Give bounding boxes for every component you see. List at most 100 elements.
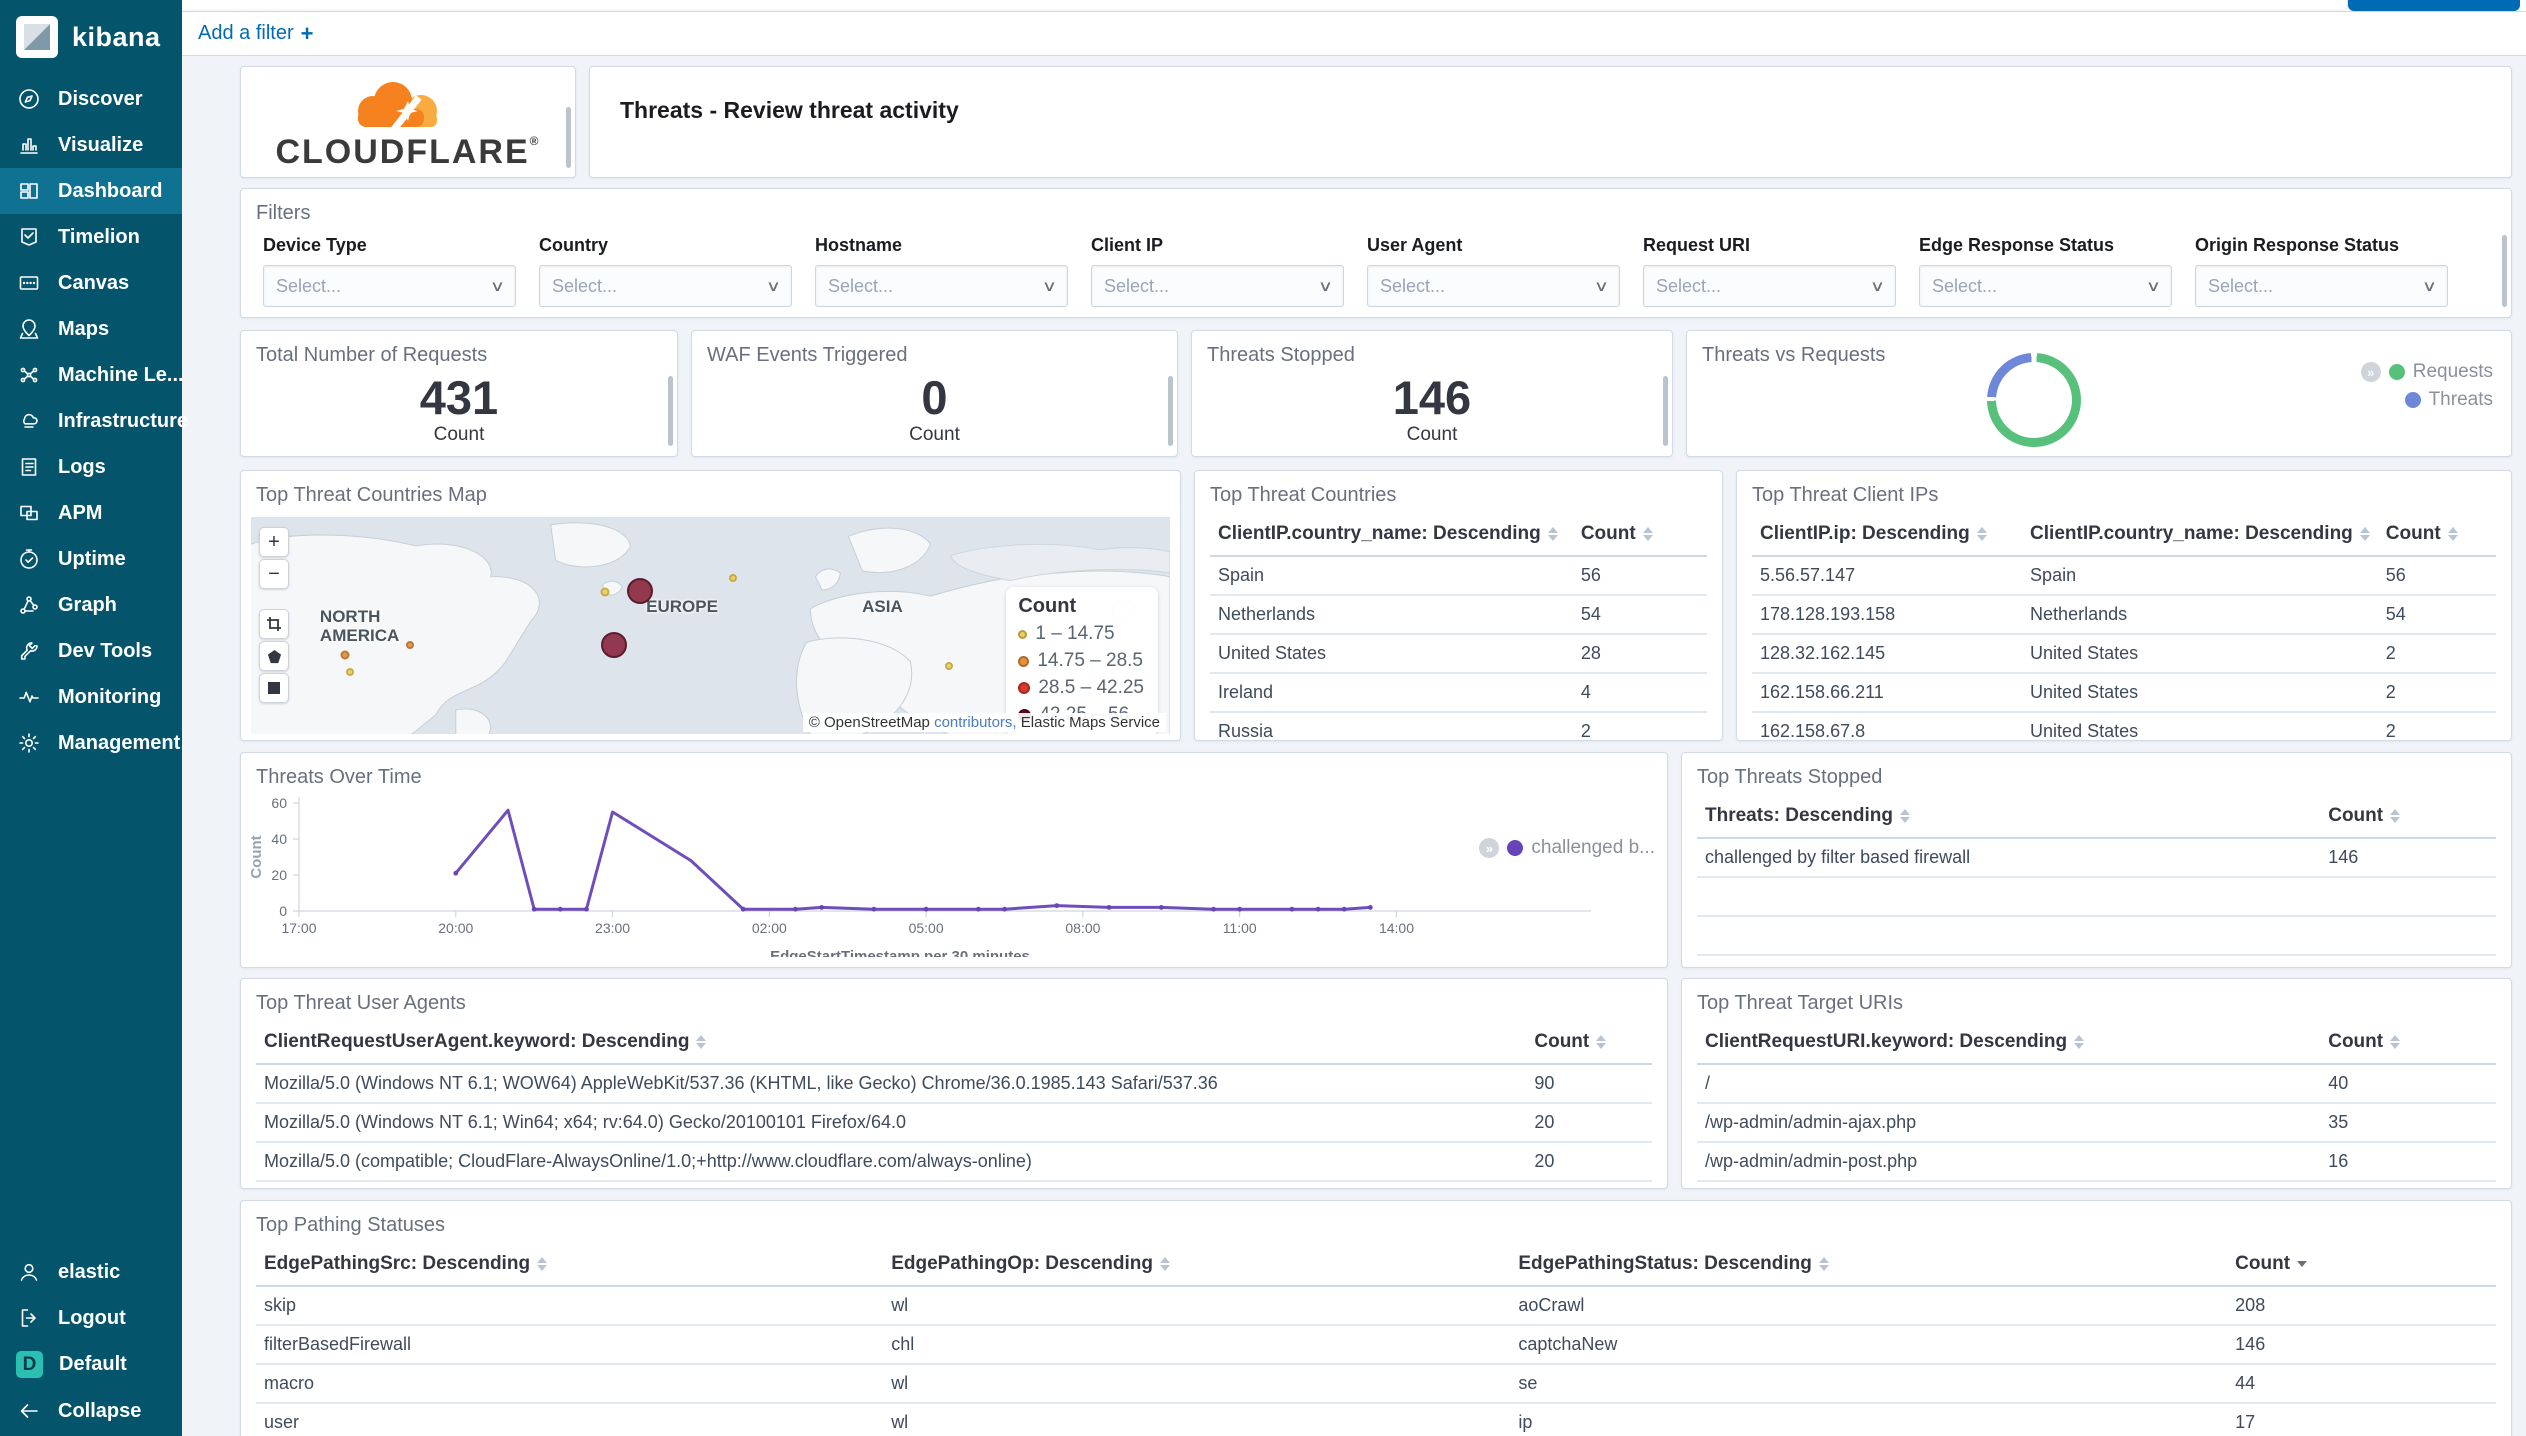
sidebar-item-dashboard[interactable]: Dashboard xyxy=(0,168,182,214)
filter-select-hostname[interactable]: Select... ∨ xyxy=(815,265,1068,307)
filter-label: User Agent xyxy=(1367,235,1463,255)
map-threat-marker[interactable] xyxy=(405,641,414,650)
update-button-partial[interactable] xyxy=(2348,0,2520,11)
legend-item-threats[interactable]: Threats xyxy=(2404,389,2493,411)
top-threat-target-uris-panel: Top Threat Target URIs ClientRequestURI.… xyxy=(1681,978,2512,1189)
table-row: 178.128.193.158 Netherlands 54 xyxy=(1752,595,2496,635)
sidebar-item-management[interactable]: Management xyxy=(0,720,182,766)
table-row: /wp-admin/admin-post.php 16 xyxy=(1697,1142,2496,1182)
dashboard-title-panel: Threats - Review threat activity xyxy=(589,66,2512,178)
sidebar: kibana Discover Visualize Dashboard Timelio… xyxy=(0,0,188,1436)
map-polygon-tool-button[interactable] xyxy=(259,641,289,671)
column-header[interactable]: ClientIP.country_name: Descending xyxy=(1210,511,1573,557)
cloudflare-cloud-icon xyxy=(357,82,437,136)
attribution-link[interactable]: contributors, xyxy=(934,714,1017,731)
logs-icon xyxy=(16,454,42,480)
chevron-down-icon: ∨ xyxy=(1317,278,1334,295)
legend-item-requests[interactable]: » Requests xyxy=(2360,361,2493,383)
time-chart-legend: » challenged b... xyxy=(1479,837,1655,859)
top-threat-countries-map-panel: Top Threat Countries Map NORTH AMERICA E… xyxy=(240,470,1181,741)
table-cell: 2 xyxy=(2377,673,2496,713)
column-header[interactable]: ClientIP.ip: Descending xyxy=(1752,511,2023,557)
filter-select-request-uri[interactable]: Select... ∨ xyxy=(1643,265,1896,307)
column-header[interactable]: EdgePathingSrc: Descending xyxy=(256,1241,884,1287)
column-header[interactable]: Count xyxy=(2227,1241,2496,1287)
panel-title: Threats Over Time xyxy=(256,766,422,788)
column-header[interactable]: Threats: Descending xyxy=(1697,793,2321,839)
sidebar-item-apm[interactable]: APM xyxy=(0,490,182,536)
map-zoom-in-button[interactable]: + xyxy=(259,527,289,557)
filter-label: Client IP xyxy=(1091,235,1164,255)
legend-expand-icon[interactable]: » xyxy=(2360,362,2381,382)
table-cell: 208 xyxy=(2227,1286,2496,1326)
select-placeholder: Select... xyxy=(1380,275,1446,296)
sidebar-footer-collapse[interactable]: Collapse xyxy=(0,1388,182,1434)
column-header[interactable]: ClientIP.country_name: Descending xyxy=(2022,511,2378,557)
sidebar-item-visualize[interactable]: Visualize xyxy=(0,122,182,168)
sidebar-item-timelion[interactable]: Timelion xyxy=(0,214,182,260)
sidebar-item-infrastructure[interactable]: Infrastructure xyxy=(0,398,188,444)
world-map[interactable]: NORTH AMERICA EUROPE ASIA + − Count 1 – … xyxy=(251,517,1170,734)
add-filter-link[interactable]: Add a filter + xyxy=(198,21,313,47)
map-rectangle-tool-button[interactable] xyxy=(259,673,289,703)
sidebar-item-discover[interactable]: Discover xyxy=(0,76,182,122)
table-row: Ireland 4 xyxy=(1210,673,1707,713)
column-header[interactable]: ClientRequestURI.keyword: Descending xyxy=(1697,1019,2321,1065)
sidebar-footer: elastic Logout D Default Collapse xyxy=(0,1249,182,1436)
sidebar-item-maps[interactable]: Maps xyxy=(0,306,182,352)
sidebar-footer-logout[interactable]: Logout xyxy=(0,1295,182,1341)
threats-over-time-chart[interactable]: 0 20 40 60 17:00 20:00 23:00 02:00 05:00 08:00 11:… xyxy=(241,789,1667,965)
legend-label[interactable]: challenged b... xyxy=(1531,837,1655,859)
filter-select-user-agent[interactable]: Select... ∨ xyxy=(1367,265,1620,307)
sidebar-item-canvas[interactable]: Canvas xyxy=(0,260,182,306)
map-threat-marker[interactable] xyxy=(729,573,738,582)
sidebar-item-logs[interactable]: Logs xyxy=(0,444,182,490)
map-crop-tool-button[interactable] xyxy=(259,609,289,639)
sidebar-item-uptime[interactable]: Uptime xyxy=(0,536,182,582)
column-header[interactable]: EdgePathingStatus: Descending xyxy=(1510,1241,2228,1287)
map-threat-marker[interactable] xyxy=(626,577,653,604)
column-header[interactable]: EdgePathingOp: Descending xyxy=(883,1241,1511,1287)
sidebar-footer-elastic[interactable]: elastic xyxy=(0,1249,182,1295)
map-threat-marker[interactable] xyxy=(346,668,355,677)
monitoring-icon xyxy=(16,684,42,710)
table-cell: challenged by filter based firewall xyxy=(1697,838,2321,878)
table-cell: Ireland xyxy=(1210,673,1573,713)
table-cell: 90 xyxy=(1526,1064,1652,1104)
legend-expand-icon[interactable]: » xyxy=(1479,838,1500,858)
top-threat-user-agents-panel: Top Threat User Agents ClientRequestUser… xyxy=(240,978,1668,1189)
column-header[interactable]: Count xyxy=(2320,793,2496,839)
table-cell: /wp-admin/admin-post.php xyxy=(1697,1142,2321,1182)
metric-panel-total-number-of-requests: Total Number of Requests 431 Count xyxy=(240,330,678,457)
metric-title: WAF Events Triggered xyxy=(707,344,908,366)
filter-select-device-type[interactable]: Select... ∨ xyxy=(263,265,516,307)
map-threat-marker[interactable] xyxy=(600,587,610,597)
query-input-partial[interactable] xyxy=(182,0,2348,11)
map-zoom-out-button[interactable]: − xyxy=(259,559,289,589)
column-header[interactable]: Count xyxy=(1526,1019,1652,1065)
filter-select-country[interactable]: Select... ∨ xyxy=(539,265,792,307)
map-threat-marker[interactable] xyxy=(601,632,627,659)
sort-icon xyxy=(696,1034,707,1049)
table-row: macro wl se 44 xyxy=(256,1364,2496,1404)
sidebar-item-monitoring[interactable]: Monitoring xyxy=(0,674,182,720)
svg-text:0: 0 xyxy=(279,903,287,919)
column-header[interactable]: Count xyxy=(2377,511,2496,557)
sidebar-item-dev-tools[interactable]: Dev Tools xyxy=(0,628,182,674)
column-header[interactable]: Count xyxy=(2320,1019,2496,1065)
sidebar-footer-default[interactable]: D Default xyxy=(0,1341,182,1388)
filter-select-origin-response-status[interactable]: Select... ∨ xyxy=(2195,265,2448,307)
filter-select-edge-response-status[interactable]: Select... ∨ xyxy=(1919,265,2172,307)
sidebar-item-graph[interactable]: Graph xyxy=(0,582,182,628)
map-threat-marker[interactable] xyxy=(945,661,954,670)
table-cell: Mozilla/5.0 (compatible; CloudFlare-Alwa… xyxy=(256,1142,1527,1182)
sidebar-item-machine-le[interactable]: Machine Le... xyxy=(0,352,184,398)
column-header[interactable]: Count xyxy=(1572,511,1707,557)
kibana-brand[interactable]: kibana xyxy=(0,0,182,76)
sort-icon xyxy=(2447,526,2458,541)
threats-vs-requests-donut[interactable] xyxy=(1987,353,2081,447)
map-threat-marker[interactable] xyxy=(340,650,350,660)
filter-select-client-ip[interactable]: Select... ∨ xyxy=(1091,265,1344,307)
column-header[interactable]: ClientRequestUserAgent.keyword: Descendi… xyxy=(256,1019,1527,1065)
table-cell: ip xyxy=(1510,1403,2228,1436)
